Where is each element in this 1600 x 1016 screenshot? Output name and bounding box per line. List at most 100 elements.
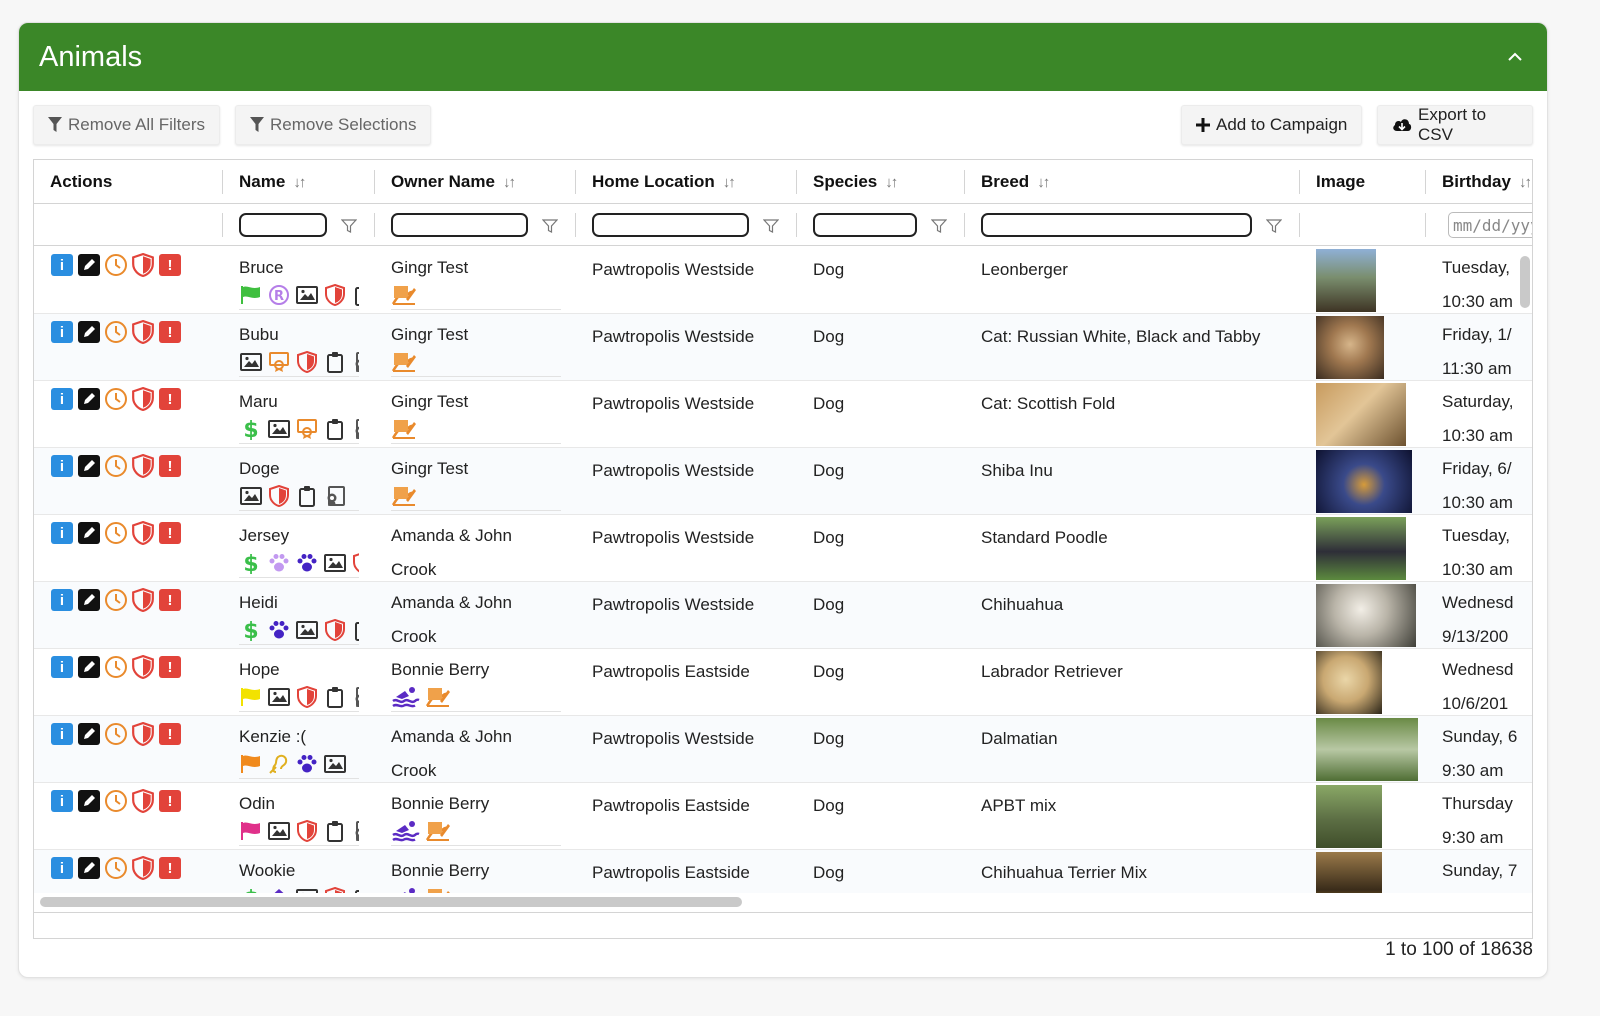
shield-icon[interactable] [131, 789, 155, 813]
sort-icon[interactable]: ↓↑ [723, 174, 736, 191]
filter-outline-icon[interactable] [341, 218, 357, 234]
alert-icon[interactable]: ! [158, 655, 182, 679]
owner-name[interactable]: Bonnie Berry [391, 659, 561, 681]
signature-icon[interactable] [391, 484, 417, 508]
vertical-scroll-thumb[interactable] [1520, 256, 1530, 308]
shield-icon[interactable] [323, 886, 347, 893]
clock-icon[interactable] [104, 856, 128, 880]
filter-outline-icon[interactable] [542, 218, 558, 234]
table-row[interactable]: i! Bruce R Gingr Test Pawtropolis Westside Do… [34, 247, 1532, 314]
shield-icon[interactable] [295, 819, 319, 843]
flag-green-icon[interactable] [239, 283, 263, 307]
edit-icon[interactable] [77, 722, 101, 746]
shield-icon[interactable] [267, 484, 291, 508]
animal-photo[interactable] [1316, 852, 1382, 893]
edit-icon[interactable] [77, 454, 101, 478]
filter-outline-icon[interactable] [763, 218, 779, 234]
shield-icon[interactable] [323, 283, 347, 307]
owner-name[interactable]: Gingr Test [391, 324, 561, 346]
alert-icon[interactable]: ! [158, 722, 182, 746]
info-icon[interactable]: i [50, 320, 74, 344]
dollar-icon[interactable]: $ [239, 618, 263, 642]
owner-name[interactable]: Amanda & John Crook [391, 586, 561, 654]
chevron-up-icon[interactable] [1503, 45, 1527, 69]
owner-name[interactable]: Amanda & John Crook [391, 720, 561, 788]
registered-icon[interactable]: R [267, 283, 291, 307]
photo-icon[interactable] [295, 618, 319, 642]
edit-icon[interactable] [77, 655, 101, 679]
horizontal-scrollbar[interactable] [34, 894, 1532, 910]
edit-icon[interactable] [77, 387, 101, 411]
owner-name[interactable]: Amanda & John Crook [391, 519, 561, 587]
info-icon[interactable]: i [50, 253, 74, 277]
species-filter-input[interactable] [813, 213, 917, 237]
certificate-gray-icon[interactable] [351, 417, 359, 441]
info-icon[interactable]: i [50, 856, 74, 880]
owner-name[interactable]: Bonnie Berry [391, 860, 561, 882]
signature-icon[interactable] [391, 417, 417, 441]
owner-name[interactable]: Gingr Test [391, 458, 561, 480]
sort-icon[interactable]: ↓↑ [1519, 174, 1532, 191]
animal-name[interactable]: Doge [239, 458, 359, 480]
photo-icon[interactable] [295, 283, 319, 307]
certificate-gray-icon[interactable] [323, 484, 347, 508]
shield-icon[interactable] [131, 320, 155, 344]
alert-icon[interactable]: ! [158, 789, 182, 813]
col-header-name[interactable]: Name ↓↑ [239, 160, 306, 204]
owner-name[interactable]: Gingr Test [391, 391, 561, 413]
clock-icon[interactable] [104, 253, 128, 277]
edit-icon[interactable] [77, 521, 101, 545]
dollar-icon[interactable]: $ [239, 551, 263, 575]
animal-name[interactable]: Jersey [239, 525, 359, 547]
edit-icon[interactable] [77, 856, 101, 880]
clock-icon[interactable] [104, 722, 128, 746]
shield-icon[interactable] [131, 253, 155, 277]
clipboard-icon[interactable] [351, 886, 359, 893]
paw-lavender-icon[interactable] [267, 551, 291, 575]
info-icon[interactable]: i [50, 722, 74, 746]
col-header-location[interactable]: Home Location ↓↑ [592, 160, 736, 204]
house-icon[interactable] [267, 886, 291, 893]
photo-icon[interactable] [239, 350, 263, 374]
alert-icon[interactable]: ! [158, 521, 182, 545]
sort-icon[interactable]: ↓↑ [503, 174, 516, 191]
animal-name[interactable]: Odin [239, 793, 359, 815]
animal-name[interactable]: Bruce [239, 257, 359, 279]
animal-photo[interactable] [1316, 785, 1382, 848]
photo-icon[interactable] [267, 819, 291, 843]
clipboard-icon[interactable] [323, 685, 347, 709]
alert-icon[interactable]: ! [158, 856, 182, 880]
paw-purple-icon[interactable] [295, 752, 319, 776]
animal-name[interactable]: Kenzie :( [239, 726, 359, 748]
table-row[interactable]: i! Heidi $ Amanda & John Crook Pawtropolis We… [34, 582, 1532, 649]
col-header-breed[interactable]: Breed ↓↑ [981, 160, 1050, 204]
flag-pink-icon[interactable] [239, 819, 263, 843]
table-row[interactable]: i! Odin Bonnie Berry Pawtropolis Eastside Do… [34, 783, 1532, 850]
animal-photo[interactable] [1316, 517, 1406, 580]
animal-photo[interactable] [1316, 450, 1412, 513]
breed-filter-input[interactable] [981, 213, 1252, 237]
clipboard-icon[interactable] [295, 484, 319, 508]
add-to-campaign-button[interactable]: Add to Campaign [1181, 105, 1363, 145]
dollar-icon[interactable]: $ [239, 886, 263, 893]
animal-name[interactable]: Heidi [239, 592, 359, 614]
table-row[interactable]: i! Wookie $ Bonnie Berry Pawtropolis Eastsid… [34, 850, 1532, 893]
info-icon[interactable]: i [50, 655, 74, 679]
certificate-icon[interactable] [267, 350, 291, 374]
birthday-filter-input[interactable]: mm/dd/yyyy [1448, 212, 1532, 238]
photo-icon[interactable] [295, 886, 319, 893]
col-header-owner[interactable]: Owner Name ↓↑ [391, 160, 516, 204]
clock-icon[interactable] [104, 655, 128, 679]
flag-orange-icon[interactable] [239, 752, 263, 776]
clock-icon[interactable] [104, 588, 128, 612]
vertical-scrollbar[interactable] [1520, 252, 1530, 892]
location-filter-input[interactable] [592, 213, 749, 237]
signature-icon[interactable] [391, 350, 417, 374]
hearing-icon[interactable] [267, 752, 291, 776]
photo-icon[interactable] [323, 752, 347, 776]
filter-outline-icon[interactable] [931, 218, 947, 234]
swimmer-icon[interactable] [391, 886, 421, 893]
clipboard-icon[interactable] [323, 350, 347, 374]
export-csv-button[interactable]: Export to CSV [1377, 105, 1533, 145]
photo-icon[interactable] [323, 551, 347, 575]
